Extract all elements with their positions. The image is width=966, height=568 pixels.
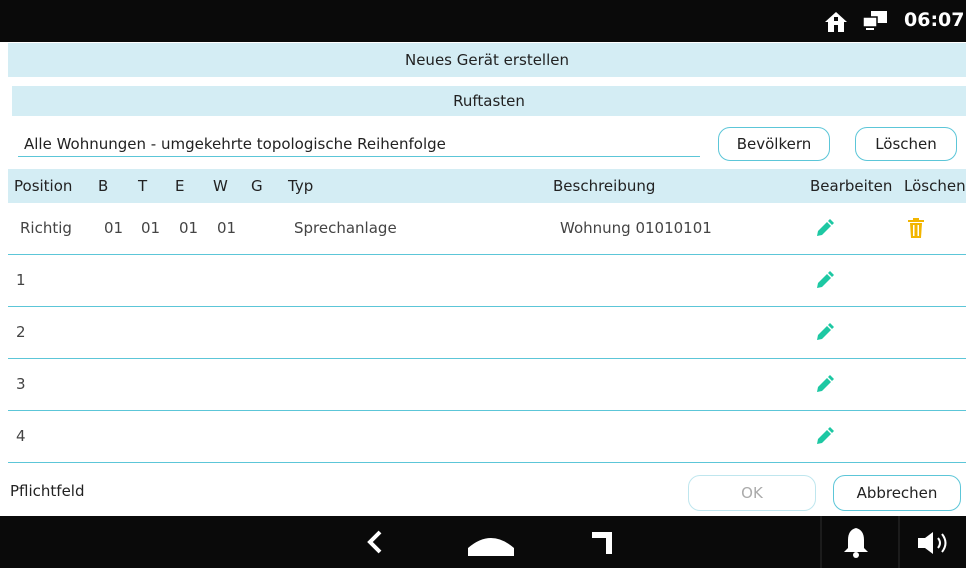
nav-divider <box>820 516 822 568</box>
populate-button[interactable]: Bevölkern <box>718 127 830 161</box>
volume-icon[interactable] <box>916 530 956 556</box>
cell-position: 2 <box>16 323 26 341</box>
filter-field[interactable]: Alle Wohnungen - umgekehrte topologische… <box>18 132 700 157</box>
cell-position: 1 <box>16 271 26 289</box>
cell-b: 01 <box>104 219 124 237</box>
cell-beschreibung: Wohnung 01010101 <box>560 219 712 237</box>
clock: 06:07 <box>904 9 965 31</box>
column-header-w: W <box>213 177 228 195</box>
nav-divider <box>898 516 900 568</box>
column-header-typ: Typ <box>288 177 314 195</box>
table-row[interactable]: 1 <box>8 255 966 307</box>
table-row[interactable]: Richtig 01 01 01 01 Sprechanlage Wohnung… <box>8 203 966 255</box>
page-title: Neues Gerät erstellen <box>8 43 966 77</box>
network-icon <box>862 11 887 30</box>
status-bar: 06:07 <box>0 0 966 42</box>
required-field-label: Pflichtfeld <box>10 482 85 500</box>
section-title: Ruftasten <box>12 86 966 116</box>
pencil-icon[interactable] <box>814 219 834 239</box>
pencil-icon[interactable] <box>814 375 834 395</box>
cell-position: 4 <box>16 427 26 445</box>
column-header-t: T <box>138 177 148 195</box>
pencil-icon[interactable] <box>814 323 834 343</box>
cell-t: 01 <box>141 219 161 237</box>
cancel-button[interactable]: Abbrechen <box>833 475 961 511</box>
ok-button[interactable]: OK <box>688 475 816 511</box>
table-header: Position B T E W G Typ Beschreibung Bear… <box>8 169 966 203</box>
trash-icon[interactable] <box>908 218 924 238</box>
column-header-position: Position <box>14 177 73 195</box>
cell-typ: Sprechanlage <box>294 219 397 237</box>
back-icon[interactable] <box>362 528 390 556</box>
pencil-icon[interactable] <box>814 271 834 291</box>
home-icon <box>825 12 847 32</box>
column-header-loeschen: Löschen <box>904 177 966 195</box>
column-header-bearbeiten: Bearbeiten <box>810 177 893 195</box>
column-header-g: G <box>251 177 263 195</box>
cell-position: 3 <box>16 375 26 393</box>
clear-button[interactable]: Löschen <box>855 127 957 161</box>
column-header-beschreibung: Beschreibung <box>553 177 656 195</box>
cell-w: 01 <box>217 219 237 237</box>
table-row[interactable]: 4 <box>8 411 966 463</box>
cell-e: 01 <box>179 219 199 237</box>
navigation-bar <box>0 516 966 568</box>
column-header-e: E <box>175 177 185 195</box>
bell-icon[interactable] <box>842 526 870 558</box>
table-row[interactable]: 3 <box>8 359 966 411</box>
column-header-b: B <box>98 177 109 195</box>
recent-apps-icon[interactable] <box>588 526 616 556</box>
pencil-icon[interactable] <box>814 427 834 447</box>
cell-position: Richtig <box>20 219 72 237</box>
home-icon[interactable] <box>468 530 514 558</box>
table-row[interactable]: 2 <box>8 307 966 359</box>
